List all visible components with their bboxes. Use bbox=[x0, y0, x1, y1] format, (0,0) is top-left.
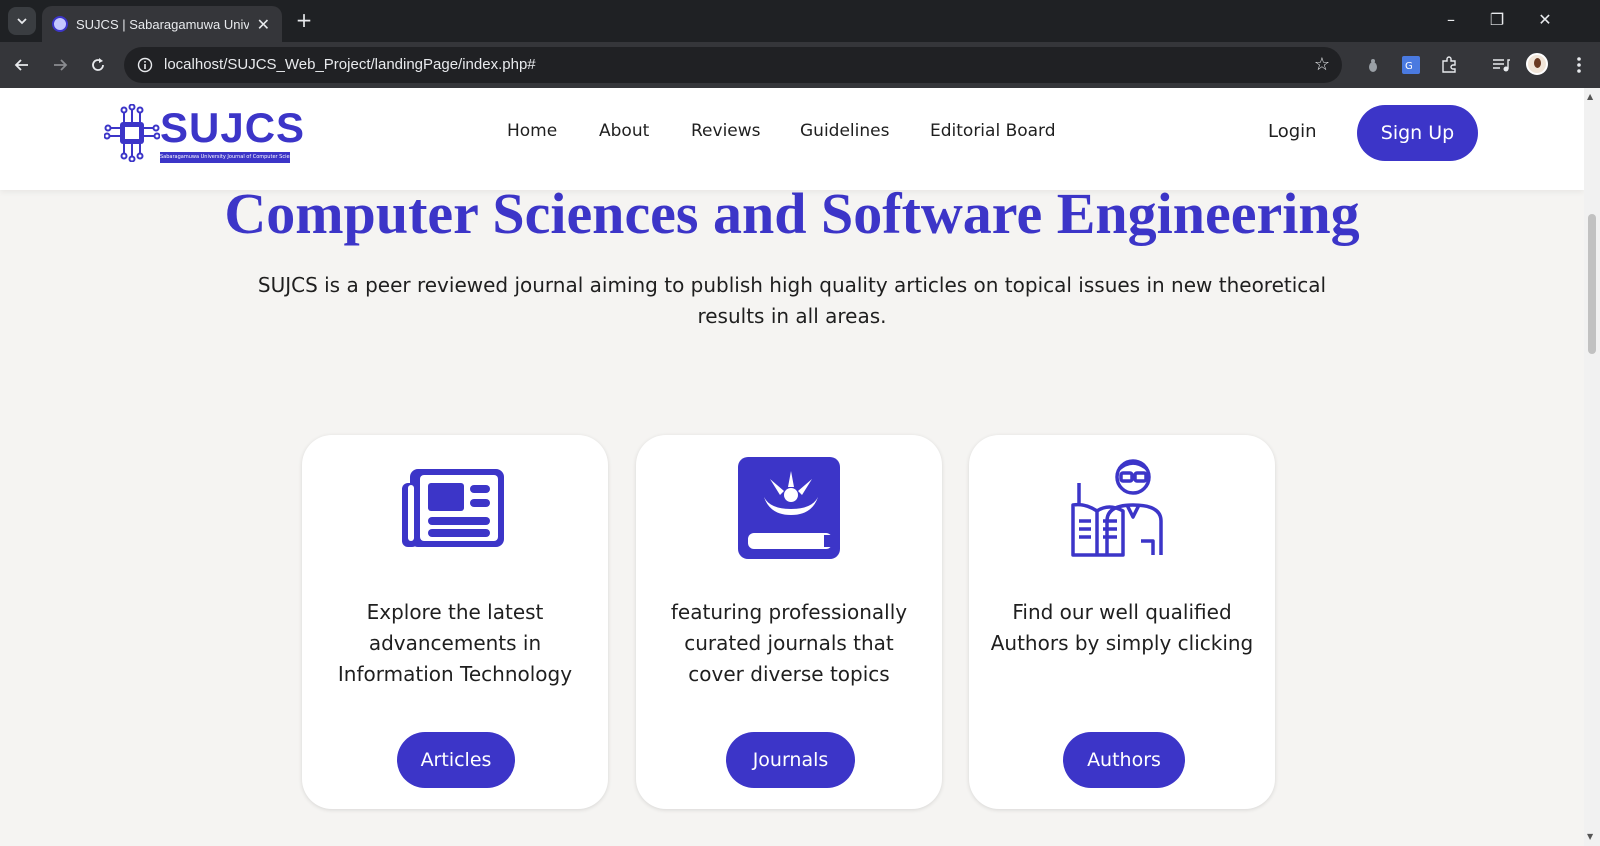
profile-avatar[interactable] bbox=[1526, 53, 1548, 75]
signup-button[interactable]: Sign Up bbox=[1357, 105, 1478, 161]
scroll-down-icon[interactable]: ▼ bbox=[1587, 832, 1593, 841]
scroll-up-icon[interactable]: ▲ bbox=[1587, 92, 1593, 101]
bookmark-star-icon[interactable]: ☆ bbox=[1314, 54, 1330, 75]
reload-button[interactable] bbox=[84, 51, 112, 79]
close-window-button[interactable]: ✕ bbox=[1530, 8, 1560, 32]
reload-icon bbox=[92, 58, 104, 71]
book-icon bbox=[738, 457, 840, 559]
arrow-right-icon bbox=[54, 59, 68, 71]
tab-search-button[interactable] bbox=[8, 7, 36, 35]
articles-button[interactable]: Articles bbox=[397, 732, 515, 788]
authors-card-text: Find our well qualified Authors by simpl… bbox=[990, 600, 1254, 655]
arrow-left-icon bbox=[14, 59, 28, 71]
extensions-icon[interactable] bbox=[1436, 52, 1462, 78]
circuit-logo-icon bbox=[104, 104, 160, 162]
minimize-button[interactable]: – bbox=[1436, 8, 1466, 32]
authors-button[interactable]: Authors bbox=[1063, 732, 1185, 788]
site-header: SUJCS Sabaragamuwa University Journal of… bbox=[0, 88, 1584, 190]
newspaper-icon bbox=[402, 469, 504, 547]
articles-card: Explore the latest advancements in Infor… bbox=[302, 435, 608, 809]
url-text: localhost/SUJCS_Web_Project/landingPage/… bbox=[164, 56, 536, 73]
menu-kebab-icon[interactable] bbox=[1566, 52, 1592, 78]
site-info-icon[interactable] bbox=[132, 52, 158, 78]
restore-button[interactable]: ❐ bbox=[1482, 8, 1512, 32]
close-tab-icon[interactable]: ✕ bbox=[255, 15, 272, 34]
chevron-down-icon bbox=[17, 18, 27, 25]
author-reading-icon bbox=[1071, 459, 1163, 557]
nav-editorial-board[interactable]: Editorial Board bbox=[930, 121, 1056, 141]
nav-reviews[interactable]: Reviews bbox=[691, 121, 761, 141]
address-bar[interactable]: localhost/SUJCS_Web_Project/landingPage/… bbox=[124, 47, 1342, 83]
tab-title: SUJCS | Sabaragamuwa Univers bbox=[76, 16, 249, 32]
logo-wordmark: SUJCS bbox=[160, 104, 306, 151]
login-link[interactable]: Login bbox=[1268, 121, 1317, 142]
new-tab-button[interactable]: + bbox=[292, 9, 316, 33]
scroll-thumb[interactable] bbox=[1588, 214, 1596, 354]
hero-description: SUJCS is a peer reviewed journal aiming … bbox=[257, 273, 1327, 328]
svg-text:G: G bbox=[1405, 61, 1413, 72]
journals-card: featuring professionally curated journal… bbox=[636, 435, 942, 809]
translate-icon[interactable]: G bbox=[1398, 52, 1424, 78]
forward-button[interactable] bbox=[46, 51, 74, 79]
back-button[interactable] bbox=[8, 51, 36, 79]
browser-tab[interactable]: SUJCS | Sabaragamuwa Univers ✕ bbox=[42, 6, 282, 42]
nav-home[interactable]: Home bbox=[507, 121, 557, 141]
page-scrollbar[interactable]: ▲ ▼ bbox=[1584, 88, 1600, 846]
media-control-icon[interactable] bbox=[1488, 52, 1514, 78]
favicon-icon bbox=[52, 16, 68, 32]
hero-title: Computer Sciences and Software Engineeri… bbox=[224, 181, 1360, 246]
nav-guidelines[interactable]: Guidelines bbox=[800, 121, 889, 141]
logo-subtitle: Sabaragamuwa University Journal of Compu… bbox=[160, 152, 290, 163]
browser-tab-bar: SUJCS | Sabaragamuwa Univers ✕ + – ❐ ✕ bbox=[0, 0, 1600, 42]
authors-card: Find our well qualified Authors by simpl… bbox=[969, 435, 1275, 809]
site-logo[interactable]: SUJCS Sabaragamuwa University Journal of… bbox=[104, 104, 304, 163]
journals-button[interactable]: Journals bbox=[726, 732, 855, 788]
lens-icon[interactable] bbox=[1360, 52, 1386, 78]
journals-card-text: featuring professionally curated journal… bbox=[670, 600, 908, 686]
nav-about[interactable]: About bbox=[599, 121, 649, 141]
page-viewport: SUJCS Sabaragamuwa University Journal of… bbox=[0, 88, 1584, 846]
browser-toolbar: localhost/SUJCS_Web_Project/landingPage/… bbox=[0, 42, 1600, 88]
articles-card-text: Explore the latest advancements in Infor… bbox=[337, 600, 573, 686]
